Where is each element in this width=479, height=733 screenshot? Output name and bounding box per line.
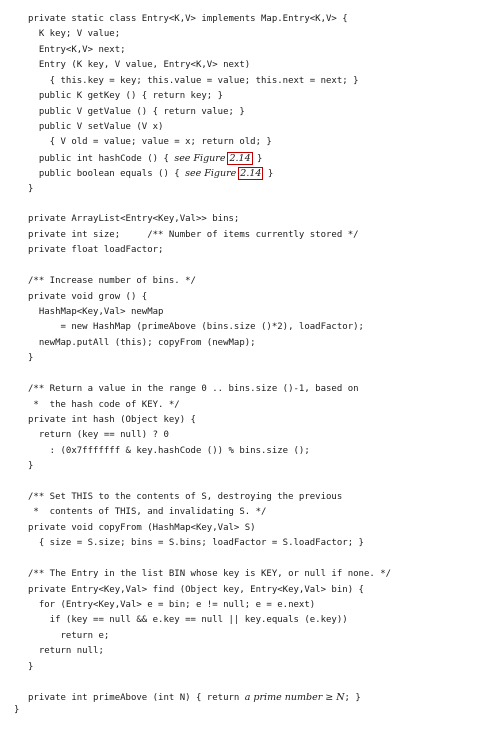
code-segment: }: [251, 153, 263, 164]
code-line: private static class Entry<K,V> implemen…: [28, 14, 348, 24]
code-line: private int hash (Object key) {: [28, 414, 196, 425]
code-line: /** Increase number of bins. */: [28, 276, 196, 287]
code-line: private ArrayList<Entry<Key,Val>> bins;: [28, 214, 240, 225]
code-line: private void grow () {: [28, 291, 148, 302]
code-line: private void copyFrom (HashMap<Key,Val> …: [28, 522, 256, 533]
code-line: }: [28, 353, 34, 364]
code-line: Entry<K,V> next;: [28, 44, 126, 55]
code-line: if (key == null && e.key == null || key.…: [28, 615, 348, 626]
code-line: { V old = value; value = x; return old; …: [28, 137, 272, 148]
code-line: public K getKey () { return key; }: [28, 91, 224, 102]
code-line: Entry (K key, V value, Entry<K,V> next): [28, 60, 251, 71]
math-annotation: a prime number ≥ N: [244, 692, 345, 704]
code-line: return (key == null) ? 0: [28, 430, 169, 441]
figure-reference-link: 2.14: [227, 151, 253, 165]
code-line: private int primeAbove (int N) { return …: [28, 692, 361, 704]
figure-reference-link: 2.14: [238, 167, 264, 181]
code-segment: public boolean equals () {: [28, 169, 186, 180]
code-line: * the hash code of KEY. */: [28, 399, 180, 410]
code-line: HashMap<Key,Val> newMap: [28, 306, 164, 317]
code-line: /** The Entry in the list BIN whose key …: [28, 569, 392, 580]
code-line: * contents of THIS, and invalidating S. …: [28, 507, 267, 518]
math-annotation: see Figure: [185, 168, 240, 180]
code-line: private int size; /** Number of items cu…: [28, 229, 359, 240]
code-line: return e;: [28, 630, 110, 641]
code-line: { size = S.size; bins = S.bins; loadFact…: [28, 538, 364, 549]
code-line: public int hashCode () { see Figure 2.14…: [28, 151, 263, 165]
code-line: /** Return a value in the range 0 .. bin…: [28, 384, 359, 395]
code-line: public V getValue () { return value; }: [28, 106, 245, 117]
code-line: K key; V value;: [28, 29, 121, 40]
code-segment: }: [262, 169, 274, 180]
closing-brace: }: [14, 704, 20, 715]
code-line: newMap.putAll (this); copyFrom (newMap);: [28, 337, 256, 348]
code-segment: ; }: [344, 693, 361, 704]
code-line: private Entry<Key,Val> find (Object key,…: [28, 584, 364, 595]
code-line: { this.key = key; this.value = value; th…: [28, 75, 359, 86]
code-line: : (0x7fffffff & key.hashCode ()) % bins.…: [28, 445, 310, 456]
code-line: /** Set THIS to the contents of S, destr…: [28, 492, 343, 503]
code-segment: private int primeAbove (int N) { return: [28, 693, 245, 704]
code-line: }: [28, 461, 34, 472]
code-line: private float loadFactor;: [28, 245, 164, 256]
code-line: }: [28, 183, 34, 194]
code-page: private static class Entry<K,V> implemen…: [0, 0, 479, 733]
code-line: for (Entry<Key,Val> e = bin; e != null; …: [28, 599, 316, 610]
code-line: return null;: [28, 646, 104, 657]
code-segment: public int hashCode () {: [28, 153, 175, 164]
math-annotation: see Figure: [174, 152, 229, 164]
code-line: }: [28, 661, 34, 672]
code-line: = new HashMap (primeAbove (bins.size ()*…: [28, 322, 364, 333]
code-line: public boolean equals () { see Figure 2.…: [28, 167, 274, 181]
code-line: public V setValue (V x): [28, 121, 164, 132]
